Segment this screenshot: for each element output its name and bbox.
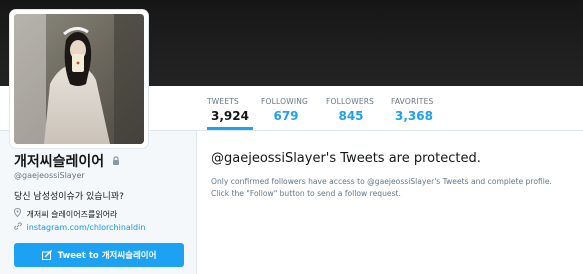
protected-line-2: Click the "Follow" button to send a foll… xyxy=(211,189,401,198)
nav-favorites-count: 3,368 xyxy=(395,109,433,123)
avatar-photo xyxy=(14,14,144,144)
tweet-to-button[interactable]: Tweet to 개저씨슬레이어 xyxy=(14,243,184,267)
protected-title: @gaejeossiSlayer's Tweets are protected. xyxy=(211,151,481,166)
nav-favorites[interactable]: FAVORITES 3,368 xyxy=(391,86,437,130)
lock-icon xyxy=(112,154,120,170)
nav-followers-count: 845 xyxy=(338,109,364,123)
url-link[interactable]: instagram.com/chlorchinaldin xyxy=(27,223,146,232)
profile-handle[interactable]: @gaejeossiSlayer xyxy=(14,171,85,180)
profile-url[interactable]: instagram.com/chlorchinaldin xyxy=(14,222,145,232)
profile-bio: 당신 남성성이슈가 있습니꽈? xyxy=(14,192,124,202)
nav-following-count: 679 xyxy=(273,109,299,123)
profile-name-text: 개저씨슬레이어 xyxy=(14,154,105,170)
nav-followers[interactable]: FOLLOWERS 845 xyxy=(326,86,376,130)
nav-tweets-label: TWEETS xyxy=(207,97,240,106)
avatar[interactable] xyxy=(14,14,144,144)
protected-message: Only confirmed followers have access to … xyxy=(211,176,583,200)
map-pin-icon xyxy=(13,207,24,219)
main-timeline-panel: @gaejeossiSlayer's Tweets are protected.… xyxy=(196,131,583,274)
tweet-to-label: Tweet to 개저씨슬레이어 xyxy=(57,251,157,261)
compose-icon xyxy=(41,250,52,260)
nav-tweets-count: 3,924 xyxy=(211,109,249,123)
nav-followers-label: FOLLOWERS xyxy=(326,97,375,106)
link-icon xyxy=(14,222,24,232)
nav-tweets[interactable]: TWEETS 3,924 xyxy=(207,86,253,130)
profile-location: 개저씨 슬레이어즈를읽어라 xyxy=(13,207,118,220)
nav-following[interactable]: FOLLOWING 679 xyxy=(261,86,311,130)
nav-favorites-label: FAVORITES xyxy=(391,97,434,106)
avatar-frame xyxy=(10,10,148,148)
protected-line-1: Only confirmed followers have access to … xyxy=(211,177,552,186)
profile-name: 개저씨슬레이어 xyxy=(14,151,120,171)
location-text: 개저씨 슬레이어즈를읽어라 xyxy=(26,210,118,219)
nav-following-label: FOLLOWING xyxy=(261,97,309,106)
